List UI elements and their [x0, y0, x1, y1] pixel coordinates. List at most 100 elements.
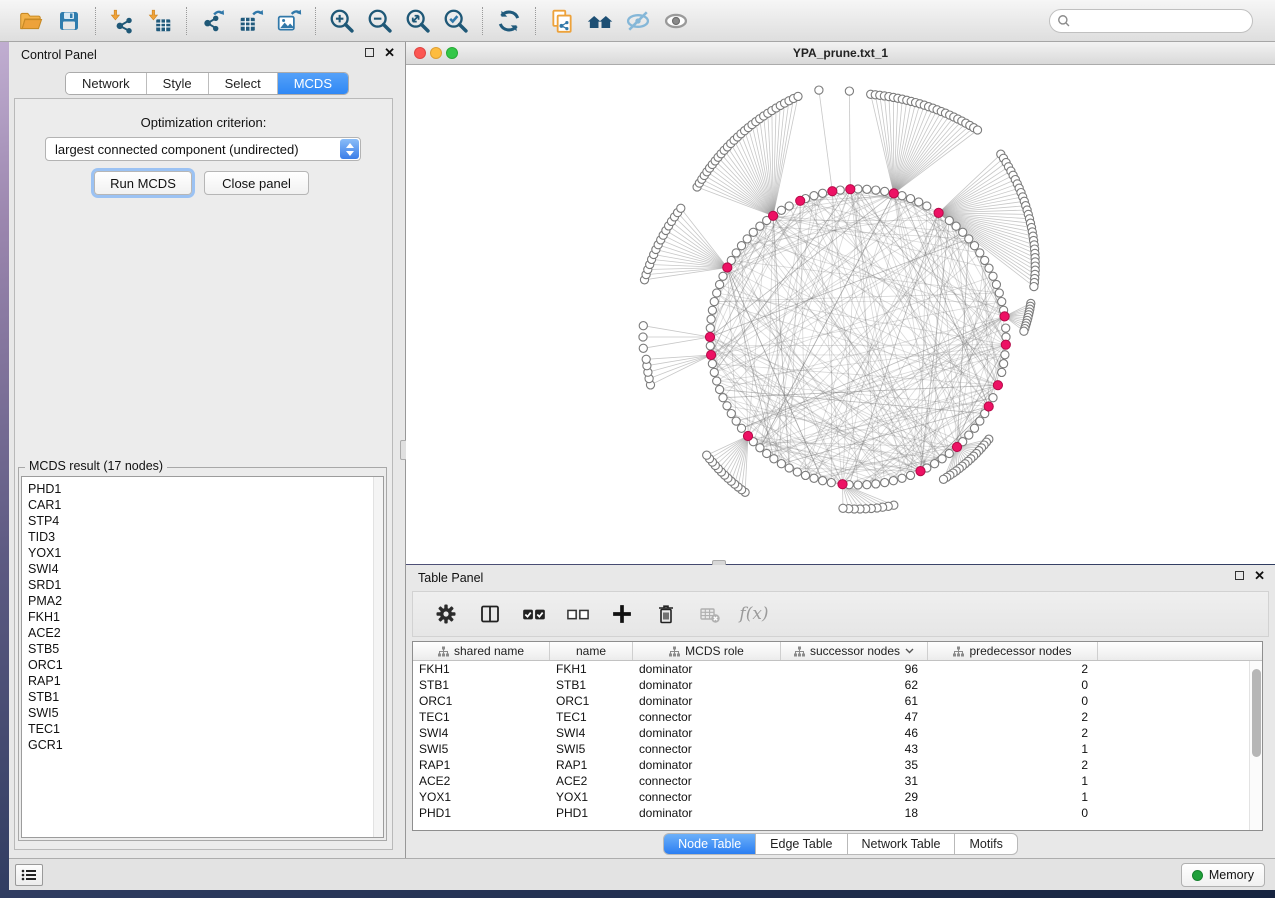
table-cell[interactable]: PHD1	[413, 805, 550, 821]
table-cell[interactable]: 43	[781, 741, 928, 757]
graph-node[interactable]	[708, 306, 716, 314]
table-cell[interactable]: YOX1	[413, 789, 550, 805]
column-header-shared-name[interactable]: shared name	[413, 642, 550, 660]
table-row[interactable]: PHD1PHD1dominator180	[413, 805, 1262, 821]
show-all-button[interactable]	[657, 5, 695, 37]
hide-selected-button[interactable]	[619, 5, 657, 37]
graph-node[interactable]	[706, 324, 714, 332]
table-cell[interactable]: 2	[928, 709, 1098, 725]
search-input[interactable]	[1049, 9, 1253, 33]
graph-leaf-node[interactable]	[794, 92, 802, 100]
mcds-result-item[interactable]: SRD1	[28, 577, 383, 593]
close-panel-button[interactable]: Close panel	[204, 171, 309, 195]
zoom-out-button[interactable]	[361, 5, 399, 37]
tab-style[interactable]: Style	[147, 73, 209, 94]
table-cell[interactable]: YOX1	[550, 789, 633, 805]
mcds-result-item[interactable]: GCR1	[28, 737, 383, 753]
table-cell[interactable]: RAP1	[413, 757, 550, 773]
close-panel-icon[interactable]: ✕	[384, 48, 395, 57]
table-cell[interactable]: 61	[781, 693, 928, 709]
table-cell[interactable]: dominator	[633, 757, 781, 773]
graph-node[interactable]	[965, 235, 973, 243]
export-image-button[interactable]	[270, 5, 308, 37]
table-cell[interactable]: 0	[928, 693, 1098, 709]
table-cell[interactable]: connector	[633, 709, 781, 725]
graph-node[interactable]	[785, 464, 793, 472]
network-graph[interactable]: .e{stroke:#777777;stroke-opacity:.28;str…	[406, 65, 1275, 564]
graph-node[interactable]	[959, 228, 967, 236]
graph-node[interactable]	[931, 460, 939, 468]
zoom-in-button[interactable]	[323, 5, 361, 37]
graph-leaf-node[interactable]	[845, 87, 853, 95]
column-header-predecessor-nodes[interactable]: predecessor nodes	[928, 642, 1098, 660]
graph-mcds-node[interactable]	[769, 211, 778, 220]
mcds-result-item[interactable]: STB5	[28, 641, 383, 657]
graph-mcds-node[interactable]	[723, 263, 732, 272]
graph-node[interactable]	[989, 394, 997, 402]
table-cell[interactable]: 2	[928, 661, 1098, 677]
memory-button[interactable]: Memory	[1181, 863, 1265, 887]
graph-node[interactable]	[836, 186, 844, 194]
save-session-button[interactable]	[50, 5, 88, 37]
graph-node[interactable]	[743, 235, 751, 243]
table-row[interactable]: YOX1YOX1connector291	[413, 789, 1262, 805]
table-cell[interactable]: TEC1	[413, 709, 550, 725]
graph-mcds-node[interactable]	[796, 196, 805, 205]
graph-mcds-node[interactable]	[1000, 312, 1009, 321]
graph-node[interactable]	[863, 481, 871, 489]
graph-node[interactable]	[713, 289, 721, 297]
table-cell[interactable]: 18	[781, 805, 928, 821]
graph-mcds-node[interactable]	[993, 381, 1002, 390]
graph-mcds-node[interactable]	[846, 185, 855, 194]
table-cell[interactable]: SWI4	[550, 725, 633, 741]
graph-node[interactable]	[976, 249, 984, 257]
graph-node[interactable]	[989, 272, 997, 280]
graph-node[interactable]	[981, 256, 989, 264]
table-row[interactable]: STB1STB1dominator620	[413, 677, 1262, 693]
graph-node[interactable]	[863, 185, 871, 193]
run-mcds-button[interactable]: Run MCDS	[94, 171, 192, 195]
graph-node[interactable]	[819, 189, 827, 197]
table-cell[interactable]: SWI5	[550, 741, 633, 757]
graph-node[interactable]	[716, 280, 724, 288]
table-row[interactable]: SWI5SWI5connector431	[413, 741, 1262, 757]
table-cell[interactable]: 2	[928, 757, 1098, 773]
select-all-rows-icon[interactable]	[519, 599, 549, 629]
export-network-button[interactable]	[194, 5, 232, 37]
table-cell[interactable]: 1	[928, 741, 1098, 757]
mcds-result-item[interactable]: FKH1	[28, 609, 383, 625]
graph-node[interactable]	[801, 471, 809, 479]
table-cell[interactable]: connector	[633, 789, 781, 805]
export-table-button[interactable]	[232, 5, 270, 37]
tab-mcds[interactable]: MCDS	[278, 73, 348, 94]
graph-leaf-node[interactable]	[642, 355, 650, 363]
table-cell[interactable]: ACE2	[550, 773, 633, 789]
table-row[interactable]: RAP1RAP1dominator352	[413, 757, 1262, 773]
graph-node[interactable]	[727, 410, 735, 418]
graph-leaf-node[interactable]	[973, 126, 981, 134]
graph-node[interactable]	[713, 377, 721, 385]
mcds-result-item[interactable]: YOX1	[28, 545, 383, 561]
mcds-result-item[interactable]: STB1	[28, 689, 383, 705]
table-cell[interactable]: 0	[928, 805, 1098, 821]
graph-mcds-node[interactable]	[743, 431, 752, 440]
graph-node[interactable]	[708, 360, 716, 368]
refresh-view-button[interactable]	[490, 5, 528, 37]
graph-node[interactable]	[810, 474, 818, 482]
graph-node[interactable]	[1001, 351, 1009, 359]
graph-mcds-node[interactable]	[934, 208, 943, 217]
mcds-result-item[interactable]: TEC1	[28, 721, 383, 737]
delete-column-icon[interactable]	[651, 599, 681, 629]
graph-node[interactable]	[952, 222, 960, 230]
table-cell[interactable]: dominator	[633, 805, 781, 821]
graph-node[interactable]	[985, 264, 993, 272]
graph-mcds-node[interactable]	[828, 187, 837, 196]
mcds-result-list[interactable]: PHD1CAR1STP4TID3YOX1SWI4SRD1PMA2FKH1ACE2…	[21, 476, 384, 838]
graph-leaf-node[interactable]	[815, 86, 823, 94]
graph-node[interactable]	[965, 431, 973, 439]
graph-node[interactable]	[1002, 324, 1010, 332]
graph-mcds-node[interactable]	[838, 480, 847, 489]
table-scrollbar-thumb[interactable]	[1252, 669, 1261, 757]
window-maximize-icon[interactable]	[446, 47, 458, 59]
table-cell[interactable]: FKH1	[550, 661, 633, 677]
